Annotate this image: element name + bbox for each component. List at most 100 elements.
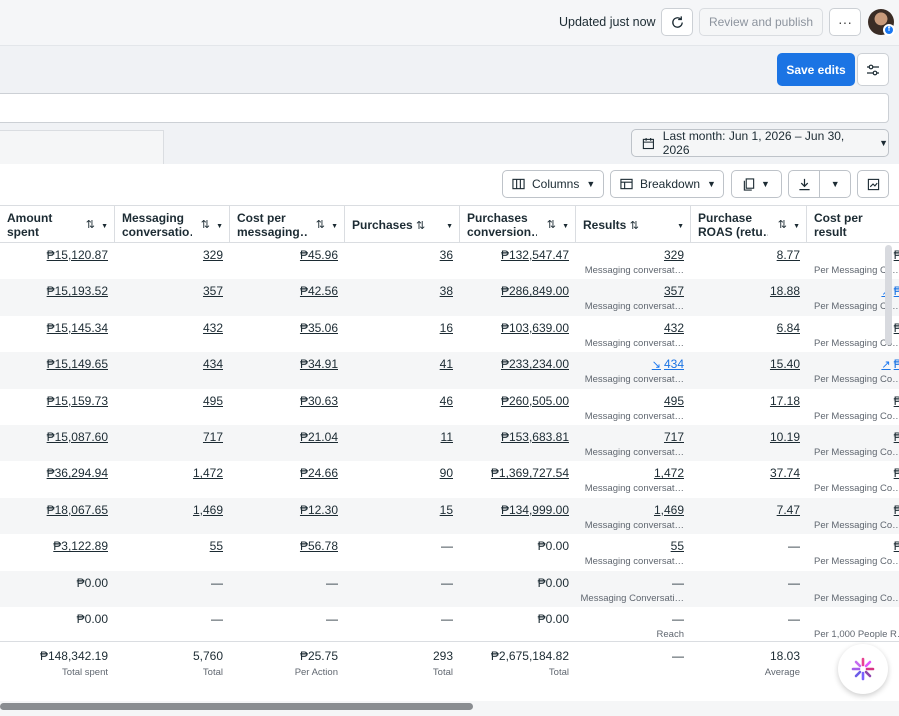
cell-res[interactable]: 357 Messaging conversat…	[576, 279, 691, 315]
cell-msg[interactable]: 495	[115, 389, 230, 425]
cell-msg[interactable]: 1,469	[115, 498, 230, 534]
column-header-purchases[interactable]: Purchases ⇅ ▼	[345, 206, 460, 243]
column-header-results[interactable]: Results ⇅ ▼	[576, 206, 691, 243]
cell-msg[interactable]: 357	[115, 279, 230, 315]
cell-res[interactable]: ↘ 434 Messaging conversat…	[576, 352, 691, 388]
cell-pconv[interactable]: ₱260,505.00	[460, 389, 576, 425]
breakdown-button[interactable]: Breakdown ▼	[610, 170, 724, 198]
cell-purch[interactable]: 41	[345, 352, 460, 388]
cell-res[interactable]: 717 Messaging conversat…	[576, 425, 691, 461]
cell-msg[interactable]: 434	[115, 352, 230, 388]
cell-roas[interactable]: 37.74	[691, 461, 807, 497]
cell-cpm[interactable]: ₱45.96	[230, 243, 345, 279]
cell-cpm[interactable]: ₱24.66	[230, 461, 345, 497]
more-button[interactable]: ···	[829, 8, 861, 36]
chevron-down-icon[interactable]: ▼	[793, 220, 800, 234]
cell-cpm[interactable]: ₱34.91	[230, 352, 345, 388]
chevron-down-icon[interactable]: ▼	[101, 220, 108, 234]
cell-res[interactable]: 1,472 Messaging conversat…	[576, 461, 691, 497]
cell-cpr[interactable]: ₱56Per Messaging Co…	[807, 534, 899, 570]
cell-res[interactable]: 1,469 Messaging conversat…	[576, 498, 691, 534]
cell-res[interactable]: 55 Messaging conversat…	[576, 534, 691, 570]
charts-button[interactable]	[857, 170, 889, 198]
help-button[interactable]	[838, 644, 888, 694]
cell-res[interactable]: 432 Messaging conversat…	[576, 316, 691, 352]
column-header-cost-per-result[interactable]: Cost perresult ⇅	[807, 206, 899, 243]
cell-msg[interactable]: 329	[115, 243, 230, 279]
cell-cpm[interactable]: ₱35.06	[230, 316, 345, 352]
cell-spent[interactable]: ₱15,159.73	[0, 389, 115, 425]
save-edits-button[interactable]: Save edits	[777, 53, 855, 86]
cell-cpm[interactable]: ₱12.30	[230, 498, 345, 534]
cell-purch[interactable]: 16	[345, 316, 460, 352]
cell-msg[interactable]: 717	[115, 425, 230, 461]
search-input[interactable]	[0, 93, 889, 123]
cell-spent[interactable]: ₱15,145.34	[0, 316, 115, 352]
sort-icon[interactable]: ⇅	[201, 218, 210, 232]
cell-roas[interactable]: 7.47	[691, 498, 807, 534]
cell-roas[interactable]: 15.40	[691, 352, 807, 388]
cell-cpr[interactable]: ₱12Per Messaging Co…	[807, 498, 899, 534]
cell-cpr[interactable]: ↗₱34Per Messaging Co…	[807, 352, 899, 388]
cell-pconv[interactable]: ₱1,369,727.54	[460, 461, 576, 497]
chevron-down-icon[interactable]: ▼	[446, 220, 453, 234]
cell-purch[interactable]: 11	[345, 425, 460, 461]
cell-purch[interactable]: 15	[345, 498, 460, 534]
column-header-purchases-conversion[interactable]: Purchases conversion… ⇅ ▼	[460, 206, 576, 243]
cell-purch[interactable]: 46	[345, 389, 460, 425]
column-header-messaging-conversations[interactable]: Messagingconversatio… ⇅▼	[115, 206, 230, 243]
cell-cpr[interactable]: ₱21Per Messaging Co…	[807, 425, 899, 461]
cell-cpr[interactable]: ₱24Per Messaging Co…	[807, 461, 899, 497]
column-header-amount-spent[interactable]: Amount spent ⇅ ▼	[0, 206, 115, 243]
cell-cpm[interactable]: ₱30.63	[230, 389, 345, 425]
cell-spent[interactable]: ₱18,067.65	[0, 498, 115, 534]
cell-cpm[interactable]: ₱56.78	[230, 534, 345, 570]
cell-purch[interactable]: 38	[345, 279, 460, 315]
sort-icon[interactable]: ⇅	[547, 218, 556, 232]
cell-spent[interactable]: ₱15,193.52	[0, 279, 115, 315]
settings-button[interactable]	[857, 53, 889, 86]
cell-pconv[interactable]: ₱286,849.00	[460, 279, 576, 315]
vertical-scrollbar[interactable]	[885, 245, 892, 345]
column-header-cost-per-messaging[interactable]: Cost per messaging… ⇅ ▼	[230, 206, 345, 243]
cell-spent[interactable]: ₱15,120.87	[0, 243, 115, 279]
cell-roas[interactable]: 8.77	[691, 243, 807, 279]
cell-pconv[interactable]: ₱132,547.47	[460, 243, 576, 279]
sort-icon[interactable]: ⇅	[778, 218, 787, 232]
cell-roas[interactable]: 17.18	[691, 389, 807, 425]
sort-icon[interactable]: ⇅	[316, 218, 325, 232]
columns-button[interactable]: Columns ▼	[502, 170, 604, 198]
sort-icon[interactable]: ⇅	[416, 220, 425, 232]
cell-cpm[interactable]: ₱21.04	[230, 425, 345, 461]
cell-spent[interactable]: ₱36,294.94	[0, 461, 115, 497]
column-header-purchase-roas[interactable]: Purchase ROAS (retu… ⇅ ▼	[691, 206, 807, 243]
cell-spent[interactable]: ₱15,149.65	[0, 352, 115, 388]
date-range-picker[interactable]: Last month: Jun 1, 2026 – Jun 30, 2026 ▼	[631, 129, 889, 157]
chevron-down-icon[interactable]: ▼	[216, 220, 223, 234]
refresh-button[interactable]	[661, 8, 693, 36]
chevron-down-icon[interactable]: ▼	[677, 220, 684, 234]
cell-cpm[interactable]: ₱42.56	[230, 279, 345, 315]
sort-icon[interactable]: ⇅	[86, 218, 95, 232]
review-publish-button[interactable]: Review and publish	[699, 8, 823, 36]
cell-pconv[interactable]: ₱134,999.00	[460, 498, 576, 534]
cell-msg[interactable]: 55	[115, 534, 230, 570]
cell-pconv[interactable]: ₱103,639.00	[460, 316, 576, 352]
cell-spent[interactable]: ₱3,122.89	[0, 534, 115, 570]
cell-msg[interactable]: 432	[115, 316, 230, 352]
cell-roas[interactable]: 10.19	[691, 425, 807, 461]
chevron-down-icon[interactable]: ▼	[562, 220, 569, 234]
cell-pconv[interactable]: ₱153,683.81	[460, 425, 576, 461]
cell-res[interactable]: 329 Messaging conversat…	[576, 243, 691, 279]
chevron-down-icon[interactable]: ▼	[331, 220, 338, 234]
cell-cpr[interactable]: ₱30Per Messaging Co…	[807, 389, 899, 425]
cell-roas[interactable]: 18.88	[691, 279, 807, 315]
cell-purch[interactable]: 90	[345, 461, 460, 497]
horizontal-scrollbar[interactable]	[0, 703, 473, 710]
cell-roas[interactable]: 6.84	[691, 316, 807, 352]
reports-button[interactable]: ▼	[731, 170, 782, 198]
cell-spent[interactable]: ₱15,087.60	[0, 425, 115, 461]
sort-icon[interactable]: ⇅	[630, 220, 639, 232]
cell-pconv[interactable]: ₱233,234.00	[460, 352, 576, 388]
export-options-button[interactable]: ▼	[819, 171, 850, 197]
